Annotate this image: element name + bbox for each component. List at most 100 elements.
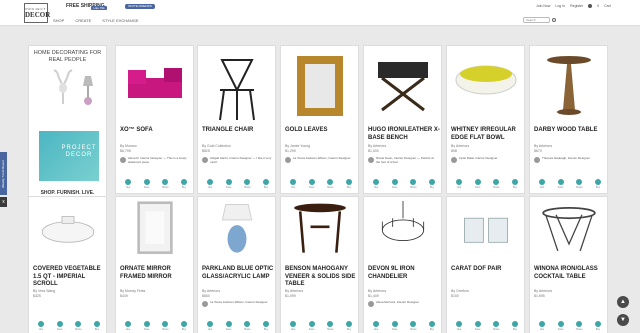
- avatar[interactable]: [368, 301, 374, 307]
- like-button[interactable]: Like: [204, 321, 216, 331]
- product-brand[interactable]: By Arteriors: [285, 289, 303, 294]
- product-title[interactable]: WHITNEY IRREGULAR EDGE FLAT BOWL: [451, 127, 523, 142]
- buy-button[interactable]: Buy: [592, 321, 604, 331]
- product-image[interactable]: [120, 50, 190, 122]
- product-image[interactable]: [368, 201, 438, 263]
- like-button[interactable]: Like: [453, 321, 465, 331]
- share-button[interactable]: Share: [573, 321, 585, 331]
- product-title[interactable]: TRIANGLE CHAIR: [202, 127, 274, 135]
- buy-button[interactable]: Buy: [509, 179, 521, 189]
- share-button[interactable]: Share: [490, 179, 502, 189]
- product-title[interactable]: DARBY WOOD TABLE: [534, 127, 606, 135]
- product-image[interactable]: [534, 201, 604, 263]
- product-image[interactable]: [534, 50, 604, 122]
- like-button[interactable]: Like: [536, 321, 548, 331]
- share-button[interactable]: Share: [490, 321, 502, 331]
- product-image[interactable]: [368, 50, 438, 122]
- product-brand[interactable]: By Arteriors: [451, 144, 469, 149]
- like-button[interactable]: Like: [287, 179, 299, 189]
- buy-button[interactable]: Buy: [260, 179, 272, 189]
- save-button[interactable]: Save: [389, 321, 401, 331]
- product-image[interactable]: [285, 201, 355, 263]
- like-button[interactable]: Like: [370, 321, 382, 331]
- avatar[interactable]: [120, 157, 126, 163]
- product-brand[interactable]: By Gubi Collection: [202, 144, 231, 149]
- product-image[interactable]: [451, 201, 521, 263]
- cart-icon[interactable]: [588, 4, 593, 8]
- save-button[interactable]: Save: [472, 321, 484, 331]
- share-button[interactable]: Share: [407, 321, 419, 331]
- nav-create[interactable]: CREATE: [75, 18, 91, 23]
- share-button[interactable]: Share: [159, 179, 171, 189]
- buy-button[interactable]: Buy: [260, 321, 272, 331]
- invite-friends-button[interactable]: INVITE FRIENDS: [125, 4, 155, 9]
- save-button[interactable]: Save: [472, 179, 484, 189]
- avatar[interactable]: [368, 157, 374, 163]
- product-image[interactable]: [33, 201, 103, 263]
- share-button[interactable]: Share: [407, 179, 419, 189]
- save-button[interactable]: Save: [306, 179, 318, 189]
- product-card[interactable]: ORNATE MIRROR FRAMED MIRROR By Murray Fei…: [115, 196, 194, 333]
- buy-button[interactable]: Buy: [343, 179, 355, 189]
- save-button[interactable]: Save: [306, 321, 318, 331]
- product-title[interactable]: DEVON 9L IRON CHANDELIER: [368, 266, 440, 281]
- avatar[interactable]: [534, 157, 540, 163]
- product-card[interactable]: COVERED VEGETABLE 1.5 QT - IMPERIAL SCRO…: [28, 196, 107, 333]
- save-button[interactable]: Save: [555, 321, 567, 331]
- product-image[interactable]: [120, 201, 190, 263]
- share-button[interactable]: Share: [324, 179, 336, 189]
- share-button[interactable]: Share: [324, 321, 336, 331]
- product-title[interactable]: PARKLAND BLUE OPTIC GLASS/ACRYLIC LAMP: [202, 266, 274, 281]
- product-brand[interactable]: By Arteriors: [202, 289, 220, 294]
- scroll-up-button[interactable]: ▲: [617, 296, 629, 308]
- save-button[interactable]: Save: [54, 321, 66, 331]
- like-button[interactable]: Like: [122, 179, 134, 189]
- product-title[interactable]: CARAT DOF PAIR: [451, 266, 523, 274]
- buy-button[interactable]: Buy: [426, 321, 438, 331]
- logo[interactable]: PROJECT DECOR: [24, 3, 50, 23]
- like-button[interactable]: Like: [35, 321, 47, 331]
- product-brand[interactable]: By Arteriors: [368, 144, 386, 149]
- product-brand[interactable]: By Arteriors: [534, 144, 552, 149]
- product-card[interactable]: DEVON 9L IRON CHANDELIER By Arteriors $1,4…: [363, 196, 442, 333]
- buy-button[interactable]: Buy: [509, 321, 521, 331]
- trend-report-tab[interactable]: Weekly Trend Report: [0, 152, 7, 195]
- nav-shop[interactable]: SHOP: [53, 18, 64, 23]
- save-button[interactable]: Save: [223, 179, 235, 189]
- product-image[interactable]: [202, 201, 272, 263]
- product-card[interactable]: XO™ SOFA By Moroso $6,795 Alexa R. Interior…: [115, 45, 194, 194]
- product-card[interactable]: CARAT DOF PAIR By Orrefors $100 Like Save Sha…: [446, 196, 525, 333]
- avatar[interactable]: [202, 157, 208, 163]
- share-button[interactable]: Share: [573, 179, 585, 189]
- like-button[interactable]: Like: [204, 179, 216, 189]
- product-brand[interactable]: By Arteriors: [534, 289, 552, 294]
- save-button[interactable]: Save: [141, 179, 153, 189]
- product-title[interactable]: GOLD LEAVES: [285, 127, 357, 135]
- login-link[interactable]: Log In: [555, 4, 565, 8]
- like-button[interactable]: Like: [370, 179, 382, 189]
- share-button[interactable]: Share: [241, 321, 253, 331]
- share-button[interactable]: Share: [72, 321, 84, 331]
- product-card[interactable]: TRIANGLE CHAIR By Gubi Collection $825 Abig…: [197, 45, 276, 194]
- buy-button[interactable]: Buy: [426, 179, 438, 189]
- product-card[interactable]: DARBY WOOD TABLE By Arteriors $670 Theresa …: [529, 45, 608, 194]
- like-button[interactable]: Like: [122, 321, 134, 331]
- save-button[interactable]: Save: [223, 321, 235, 331]
- side-close-button[interactable]: x: [0, 197, 7, 207]
- product-image[interactable]: [202, 50, 272, 122]
- promo-ad[interactable]: HOME DECORATING FOR REAL PEOPLE PROJECT …: [28, 45, 107, 203]
- product-card[interactable]: WHITNEY IRREGULAR EDGE FLAT BOWL By Arter…: [446, 45, 525, 194]
- like-button[interactable]: Like: [287, 321, 299, 331]
- product-image[interactable]: [285, 50, 355, 122]
- product-card[interactable]: BENSON MAHOGANY VENEER & SOLIDS SIDE TAB…: [280, 196, 359, 333]
- search-input[interactable]: Search: [523, 17, 550, 23]
- register-link[interactable]: Register: [570, 4, 583, 8]
- save-button[interactable]: Save: [389, 179, 401, 189]
- share-button[interactable]: Share: [241, 179, 253, 189]
- product-title[interactable]: COVERED VEGETABLE 1.5 QT - IMPERIAL SCRO…: [33, 266, 105, 289]
- buy-button[interactable]: Buy: [91, 321, 103, 331]
- buy-button[interactable]: Buy: [592, 179, 604, 189]
- product-card[interactable]: GOLD LEAVES By Jamie Young $1,299 La Tosca …: [280, 45, 359, 194]
- avatar[interactable]: [202, 301, 208, 307]
- product-card[interactable]: HUGO IRON/LEATHER X-BASE BENCH By Arterio…: [363, 45, 442, 194]
